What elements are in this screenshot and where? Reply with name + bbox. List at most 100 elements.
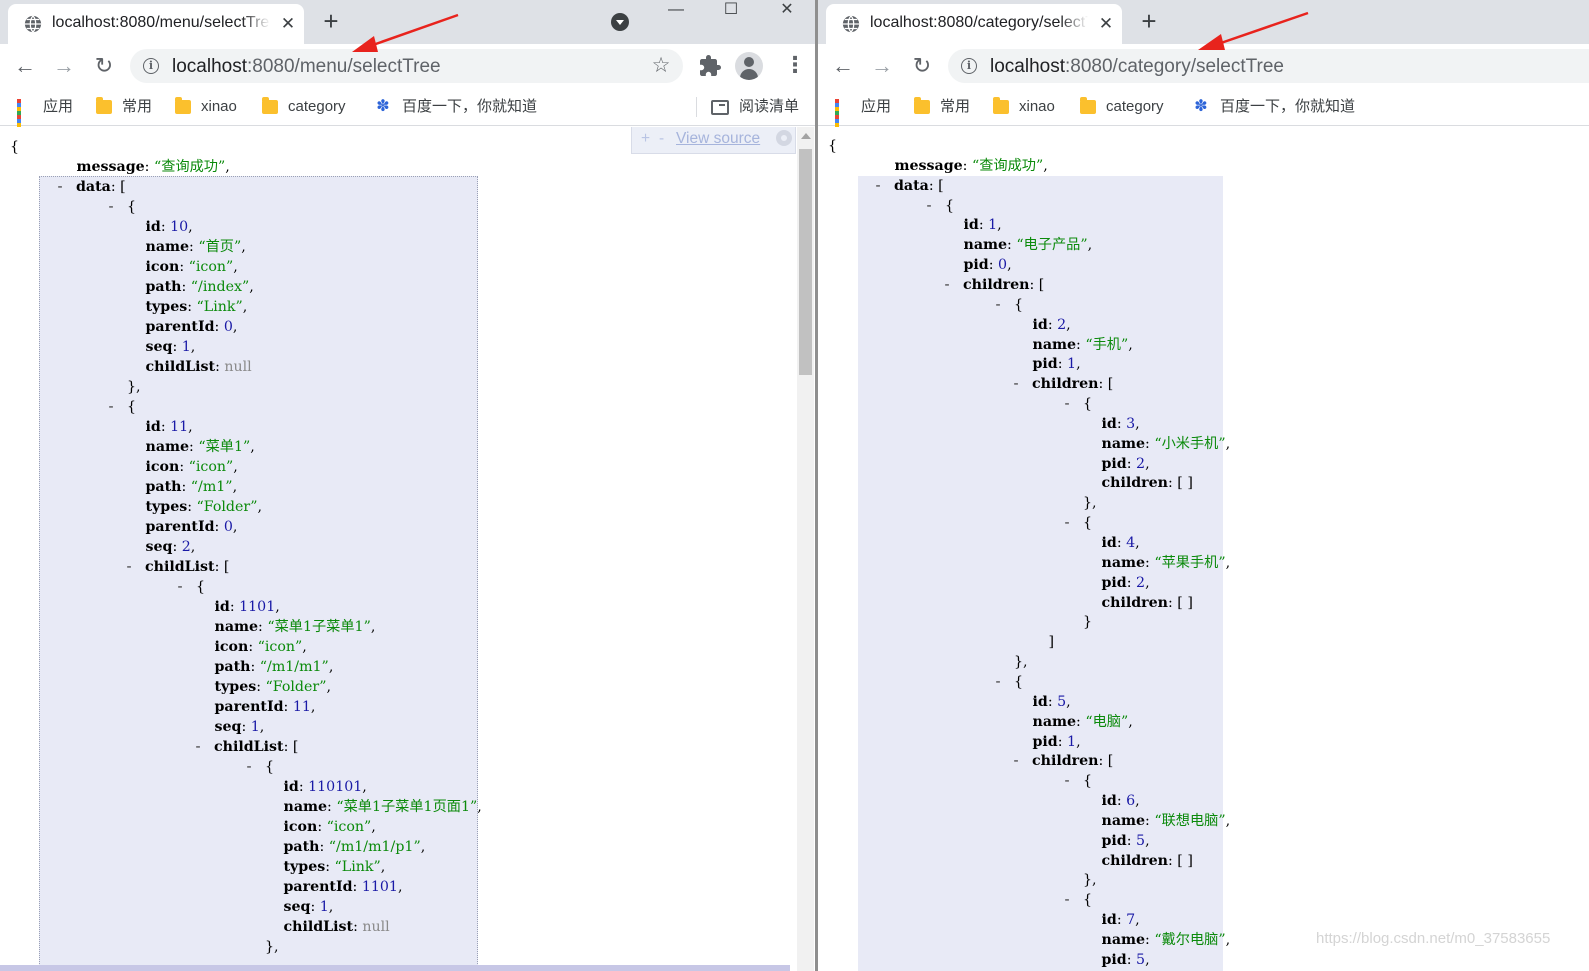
bookmark-label: 应用 xyxy=(861,98,892,115)
bookmark-folder-category[interactable]: category xyxy=(1080,96,1164,118)
bookmark-folder-category[interactable]: category xyxy=(262,96,346,118)
folder-icon xyxy=(914,97,930,115)
plus-icon: + xyxy=(1141,6,1157,36)
expand-all-button[interactable]: + xyxy=(641,127,650,151)
collapse-toggle[interactable]: - xyxy=(243,757,255,777)
json-value: “菜单1子菜单1” xyxy=(267,619,371,635)
collapse-toggle[interactable]: - xyxy=(1061,513,1073,533)
gear-icon[interactable] xyxy=(776,130,792,146)
collapse-toggle[interactable]: - xyxy=(1061,394,1073,414)
json-punctuation: [ xyxy=(1038,276,1045,293)
new-tab-button[interactable]: + xyxy=(1136,6,1162,36)
collapse-toggle[interactable]: - xyxy=(192,737,204,757)
json-key: children xyxy=(1032,376,1099,393)
maximize-button[interactable]: ☐ xyxy=(711,0,751,22)
scroll-thumb[interactable] xyxy=(799,149,812,375)
scroll-up-arrow[interactable] xyxy=(801,133,811,139)
star-icon[interactable]: ☆ xyxy=(650,55,672,77)
json-line: pid: 1, xyxy=(1032,356,1081,373)
json-line: message: “查询成功”, xyxy=(76,159,230,175)
menu-icon[interactable]: ⋮ xyxy=(784,54,806,78)
collapse-toggle[interactable]: - xyxy=(992,295,1004,315)
json-value: “/index” xyxy=(190,279,250,295)
reload-button[interactable]: ↻ xyxy=(90,52,118,80)
close-icon[interactable]: ✕ xyxy=(278,14,298,34)
json-line: -{ xyxy=(1061,890,1092,910)
new-tab-button[interactable]: + xyxy=(318,8,344,35)
json-punctuation: { xyxy=(1083,515,1093,532)
bookmarks-separator xyxy=(696,97,697,117)
json-value: 6 xyxy=(1126,793,1136,810)
forward-button[interactable]: → xyxy=(50,52,78,80)
json-key: name xyxy=(283,799,328,815)
json-key: id xyxy=(214,599,230,615)
tab-search-button[interactable] xyxy=(611,13,629,31)
collapse-toggle[interactable]: - xyxy=(54,177,66,197)
json-value: “icon” xyxy=(326,819,372,835)
extensions-icon[interactable] xyxy=(698,54,722,78)
forward-button[interactable]: → xyxy=(868,52,896,80)
profile-icon[interactable] xyxy=(735,52,763,80)
window-close-button[interactable]: ✕ xyxy=(767,0,807,22)
bookmark-baidu[interactable]: ✽ 百度一下，你就知道 xyxy=(1192,96,1355,118)
json-key: children xyxy=(1101,852,1168,869)
json-key: id xyxy=(1101,793,1117,810)
json-key: seq xyxy=(145,339,173,355)
json-value: “icon” xyxy=(188,259,234,275)
tab-menu-selecttree[interactable]: localhost:8080/menu/selectTree ✕ xyxy=(8,4,304,44)
collapse-toggle[interactable]: - xyxy=(872,176,884,196)
bookmark-folder-common[interactable]: 常用 xyxy=(914,96,970,118)
collapse-toggle[interactable]: - xyxy=(1061,890,1073,910)
json-line: name: “菜单1子菜单1”, xyxy=(214,619,376,635)
json-key: id xyxy=(963,217,979,234)
bookmark-baidu[interactable]: ✽ 百度一下，你就知道 xyxy=(374,96,537,118)
bookmark-folder-common[interactable]: 常用 xyxy=(96,96,152,118)
address-bar[interactable]: i localhost:8080/menu/selectTree ☆ xyxy=(130,49,683,83)
json-line: name: “联想电脑”, xyxy=(1101,812,1231,829)
minimize-button[interactable]: — xyxy=(656,0,696,22)
info-icon[interactable]: i xyxy=(961,58,977,74)
collapse-toggle[interactable]: - xyxy=(923,196,935,216)
collapse-toggle[interactable]: - xyxy=(1010,374,1022,394)
json-line: icon: “icon”, xyxy=(145,459,238,475)
json-key: message xyxy=(76,159,145,175)
collapse-toggle[interactable]: - xyxy=(1061,771,1073,791)
collapse-toggle[interactable]: - xyxy=(105,397,117,417)
reading-list-button[interactable]: 阅读清单 xyxy=(711,96,799,118)
view-source-link[interactable]: View source xyxy=(676,127,760,151)
json-key: id xyxy=(1032,693,1048,710)
collapse-toggle[interactable]: - xyxy=(992,672,1004,692)
json-value: “菜单1子菜单1页面1” xyxy=(336,799,478,815)
close-icon[interactable]: ✕ xyxy=(1096,14,1116,34)
json-key: id xyxy=(145,219,161,235)
collapse-toggle[interactable]: - xyxy=(105,197,117,217)
back-button[interactable]: ← xyxy=(829,52,857,80)
collapse-all-button[interactable]: - xyxy=(659,127,664,151)
json-punctuation: [ ] xyxy=(1177,475,1193,492)
collapse-toggle[interactable]: - xyxy=(123,557,135,577)
collapse-toggle[interactable]: - xyxy=(1010,751,1022,771)
bookmark-folder-xinao[interactable]: xinao xyxy=(175,96,237,118)
json-line: name: “电脑”, xyxy=(1032,713,1133,730)
bookmark-apps[interactable]: 应用 xyxy=(835,96,892,136)
address-bar[interactable]: i localhost:8080/category/selectTree xyxy=(948,49,1589,83)
bookmark-folder-xinao[interactable]: xinao xyxy=(993,96,1055,118)
collapse-toggle[interactable]: - xyxy=(174,577,186,597)
horizontal-scrollbar[interactable] xyxy=(0,965,790,971)
tab-category-selecttree[interactable]: localhost:8080/category/selectTree ✕ xyxy=(826,4,1122,44)
json-punctuation: [ xyxy=(1107,753,1114,770)
back-button[interactable]: ← xyxy=(11,52,39,80)
json-line: -{ xyxy=(1061,394,1092,414)
collapse-toggle[interactable]: - xyxy=(941,275,953,295)
json-key: data xyxy=(76,179,111,195)
json-value: 1101 xyxy=(361,879,398,895)
vertical-scrollbar[interactable] xyxy=(797,127,814,971)
json-punctuation: }, xyxy=(1083,872,1097,889)
info-icon[interactable]: i xyxy=(143,58,159,74)
json-line: seq: 1, xyxy=(214,719,265,735)
bookmark-apps[interactable]: 应用 xyxy=(17,96,73,136)
json-value: “Link” xyxy=(334,859,381,875)
json-value: “/m1/m1/p1” xyxy=(328,839,421,855)
reload-button[interactable]: ↻ xyxy=(908,52,936,80)
json-punctuation: { xyxy=(265,759,275,775)
